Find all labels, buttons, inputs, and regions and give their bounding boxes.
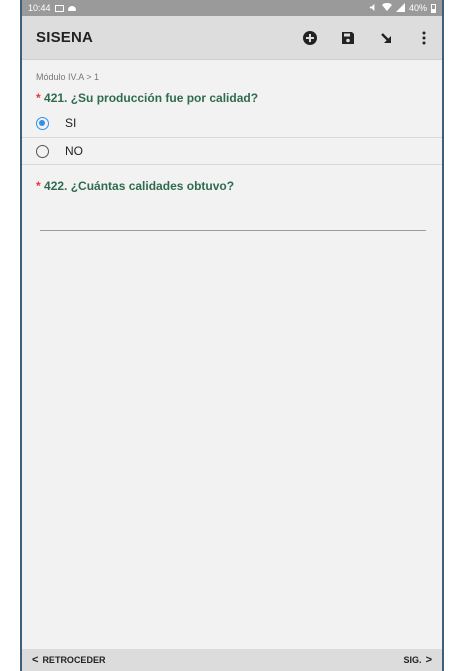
more-vert-icon[interactable]	[416, 30, 432, 46]
siguiente-button[interactable]: SIG. >	[403, 653, 432, 666]
device-frame: 10:44 40% SISENA Módulo IV.A > 1 * 421. …	[20, 0, 444, 671]
option-si[interactable]: SI	[22, 109, 442, 137]
required-marker: *	[36, 179, 41, 193]
app-actions	[302, 30, 432, 46]
cloud-icon	[67, 5, 76, 11]
app-title: SISENA	[36, 29, 94, 46]
image-icon	[54, 4, 64, 12]
question-421: * 421. ¿Su producción fue por calidad?	[22, 91, 442, 105]
breadcrumb: Módulo IV.A > 1	[36, 72, 99, 82]
retroceder-label: RETROCEDER	[42, 655, 106, 665]
calidades-input[interactable]	[40, 209, 426, 231]
retroceder-button[interactable]: < RETROCEDER	[32, 653, 106, 666]
status-bar: 10:44 40%	[22, 0, 442, 16]
chevron-left-icon: <	[32, 653, 39, 666]
question-421-options: SI NO	[22, 109, 442, 165]
form-content: Módulo IV.A > 1 * 421. ¿Su producción fu…	[22, 60, 442, 231]
chevron-right-icon: >	[425, 653, 432, 666]
question-422-text: 422. ¿Cuántas calidades obtuvo?	[44, 179, 235, 193]
app-bar: SISENA	[22, 16, 442, 60]
signal-icon	[395, 2, 405, 14]
mute-icon	[369, 3, 378, 14]
save-icon[interactable]	[340, 30, 356, 46]
battery-percent: 40%	[408, 3, 427, 13]
required-marker: *	[36, 91, 41, 105]
wifi-icon	[381, 2, 392, 14]
question-421-text: 421. ¿Su producción fue por calidad?	[44, 91, 259, 105]
status-time: 10:44	[28, 3, 51, 13]
question-422: * 422. ¿Cuántas calidades obtuvo?	[22, 179, 442, 193]
battery-icon	[431, 3, 436, 13]
option-si-label: SI	[65, 116, 77, 130]
arrow-down-right-icon[interactable]	[378, 30, 394, 46]
bottom-nav: < RETROCEDER SIG. >	[22, 649, 442, 671]
radio-si[interactable]	[36, 116, 49, 130]
siguiente-label: SIG.	[403, 655, 422, 665]
radio-no[interactable]	[36, 144, 49, 158]
option-no[interactable]: NO	[22, 137, 442, 165]
option-no-label: NO	[65, 144, 83, 158]
add-circle-icon[interactable]	[302, 30, 318, 46]
